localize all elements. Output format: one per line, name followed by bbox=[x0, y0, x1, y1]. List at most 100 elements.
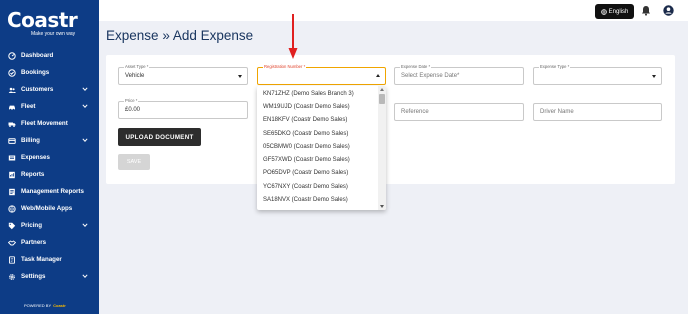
management-reports-icon bbox=[7, 187, 16, 196]
reports-icon bbox=[7, 170, 16, 179]
sidebar-item-web-mobile-apps[interactable]: Web/Mobile Apps bbox=[0, 200, 99, 217]
asset-type-select[interactable]: Asset Type * Vehicle bbox=[118, 64, 248, 85]
tag-icon bbox=[7, 221, 16, 230]
language-label: English bbox=[608, 8, 629, 15]
price-label: Price * bbox=[124, 98, 139, 103]
powered-by: POWERED BY Coastr bbox=[24, 303, 66, 308]
sidebar-item-partners[interactable]: Partners bbox=[0, 234, 99, 251]
bell-icon[interactable] bbox=[641, 5, 651, 16]
scroll-up-icon[interactable] bbox=[380, 88, 384, 91]
sidebar-item-label: Pricing bbox=[21, 222, 42, 229]
chevron-down-icon bbox=[82, 274, 88, 278]
dropdown-option[interactable]: WM19UJD (Coastr Demo Sales) bbox=[257, 100, 377, 113]
breadcrumb-separator: » bbox=[162, 28, 170, 43]
sidebar-item-task-manager[interactable]: Task Manager bbox=[0, 251, 99, 268]
asset-type-value: Vehicle bbox=[125, 73, 145, 79]
page-heading: Add Expense bbox=[172, 28, 254, 43]
sidebar-item-label: Settings bbox=[21, 273, 46, 280]
reference-placeholder: Reference bbox=[401, 109, 429, 115]
sidebar-item-fleet-movement[interactable]: Fleet Movement bbox=[0, 115, 99, 132]
car-icon bbox=[7, 102, 16, 111]
sidebar-item-label: Management Reports bbox=[21, 188, 84, 195]
chevron-down-icon bbox=[82, 138, 88, 142]
caret-down-icon bbox=[652, 75, 656, 78]
sidebar-item-label: Bookings bbox=[21, 69, 50, 76]
driver-name-placeholder: Driver Name bbox=[540, 109, 574, 115]
sidebar-item-label: Reports bbox=[21, 171, 45, 178]
expense-date-placeholder: Select Expense Date* bbox=[401, 73, 460, 79]
dropdown-option[interactable]: YC67NXY (Coastr Demo Sales) bbox=[257, 180, 377, 193]
caret-up-icon bbox=[376, 74, 380, 77]
upload-document-button[interactable]: UPLOAD DOCUMENT bbox=[118, 128, 201, 146]
dropdown-options: KN71ZHZ (Demo Sales Branch 3) WM19UJD (Co… bbox=[257, 87, 377, 207]
reference-field[interactable]: Reference bbox=[394, 103, 524, 121]
scrollbar-thumb[interactable] bbox=[379, 94, 385, 104]
registration-number-label: Registration Number * bbox=[263, 64, 307, 69]
dropdown-scrollbar[interactable] bbox=[378, 86, 386, 210]
language-button[interactable]: English bbox=[595, 4, 634, 19]
sidebar-item-reports[interactable]: Reports bbox=[0, 166, 99, 183]
dropdown-option[interactable]: EN18KFV (Coastr Demo Sales) bbox=[257, 114, 377, 127]
annotation-arrow-icon bbox=[288, 14, 298, 59]
sidebar-item-label: Task Manager bbox=[21, 256, 62, 263]
sidebar-item-label: Web/Mobile Apps bbox=[21, 205, 73, 212]
caret-down-icon bbox=[238, 75, 242, 78]
user-avatar-icon[interactable] bbox=[663, 5, 674, 16]
powered-brand: Coastr bbox=[53, 303, 66, 308]
expense-type-select[interactable]: Expense Type * bbox=[533, 64, 662, 85]
sidebar-item-label: Fleet Movement bbox=[21, 120, 68, 127]
dropdown-option[interactable]: KN71ZHZ (Demo Sales Branch 3) bbox=[257, 87, 377, 100]
sidebar-item-label: Partners bbox=[21, 239, 47, 246]
task-icon bbox=[7, 255, 16, 264]
chevron-down-icon bbox=[82, 87, 88, 91]
sidebar-item-management-reports[interactable]: Management Reports bbox=[0, 183, 99, 200]
expenses-icon bbox=[7, 153, 16, 162]
registration-number-select[interactable]: Registration Number * bbox=[257, 64, 386, 85]
billing-icon bbox=[7, 136, 16, 145]
expense-date-field[interactable]: Expense Date * Select Expense Date* bbox=[394, 64, 524, 85]
sidebar-item-bookings[interactable]: Bookings bbox=[0, 64, 99, 81]
sidebar-nav: Dashboard Bookings Customers Fleet Fleet Mov… bbox=[0, 47, 99, 285]
sidebar-item-fleet[interactable]: Fleet bbox=[0, 98, 99, 115]
save-button[interactable]: SAVE bbox=[118, 154, 150, 170]
dropdown-option[interactable]: PO65DVP (Coastr Demo Sales) bbox=[257, 167, 377, 180]
scroll-down-icon[interactable] bbox=[380, 205, 384, 208]
sidebar-item-label: Dashboard bbox=[21, 52, 54, 59]
sidebar-item-label: Expenses bbox=[21, 154, 50, 161]
driver-name-field[interactable]: Driver Name bbox=[533, 103, 662, 121]
sidebar-item-pricing[interactable]: Pricing bbox=[0, 217, 99, 234]
registration-dropdown: KN71ZHZ (Demo Sales Branch 3) WM19UJD (Co… bbox=[257, 86, 386, 210]
sidebar-item-billing[interactable]: Billing bbox=[0, 132, 99, 149]
expense-date-label: Expense Date * bbox=[400, 64, 432, 69]
sidebar-item-dashboard[interactable]: Dashboard bbox=[0, 47, 99, 64]
fleet-movement-icon bbox=[7, 119, 16, 128]
dropdown-option[interactable]: SA18NVX (Coastr Demo Sales) bbox=[257, 193, 377, 206]
logo-tagline: Make your own way bbox=[31, 31, 76, 37]
sidebar-item-label: Fleet bbox=[21, 103, 36, 110]
dropdown-option[interactable]: GF57XWD (Coastr Demo Sales) bbox=[257, 153, 377, 166]
sidebar-item-expenses[interactable]: Expenses bbox=[0, 149, 99, 166]
dropdown-option[interactable]: 05CBMW0 (Coastr Demo Sales) bbox=[257, 140, 377, 153]
sidebar: Coastr Make your own way Dashboard Bookin… bbox=[0, 0, 99, 314]
breadcrumb-parent[interactable]: Expense bbox=[106, 28, 159, 43]
customers-icon bbox=[7, 85, 16, 94]
chevron-down-icon bbox=[82, 223, 88, 227]
sidebar-item-settings[interactable]: Settings bbox=[0, 268, 99, 285]
coastr-logo[interactable]: Coastr Make your own way bbox=[7, 10, 87, 40]
gear-icon bbox=[7, 272, 16, 281]
asset-type-label: Asset Type * bbox=[124, 64, 150, 69]
globe-icon bbox=[600, 8, 607, 15]
handshake-icon bbox=[7, 238, 16, 247]
sidebar-item-label: Billing bbox=[21, 137, 40, 144]
globe-icon bbox=[7, 204, 16, 213]
price-field[interactable]: Price * £0.00 bbox=[118, 98, 248, 119]
logo-text: Coastr bbox=[7, 8, 78, 32]
bookings-icon bbox=[7, 68, 16, 77]
dropdown-option[interactable]: SE65DKO (Coastr Demo Sales) bbox=[257, 127, 377, 140]
sidebar-item-customers[interactable]: Customers bbox=[0, 81, 99, 98]
sidebar-item-label: Customers bbox=[21, 86, 54, 93]
chevron-down-icon bbox=[82, 104, 88, 108]
page-title: Expense » Add Expense bbox=[106, 28, 253, 43]
dashboard-icon bbox=[7, 51, 16, 60]
expense-type-label: Expense Type * bbox=[539, 64, 571, 69]
